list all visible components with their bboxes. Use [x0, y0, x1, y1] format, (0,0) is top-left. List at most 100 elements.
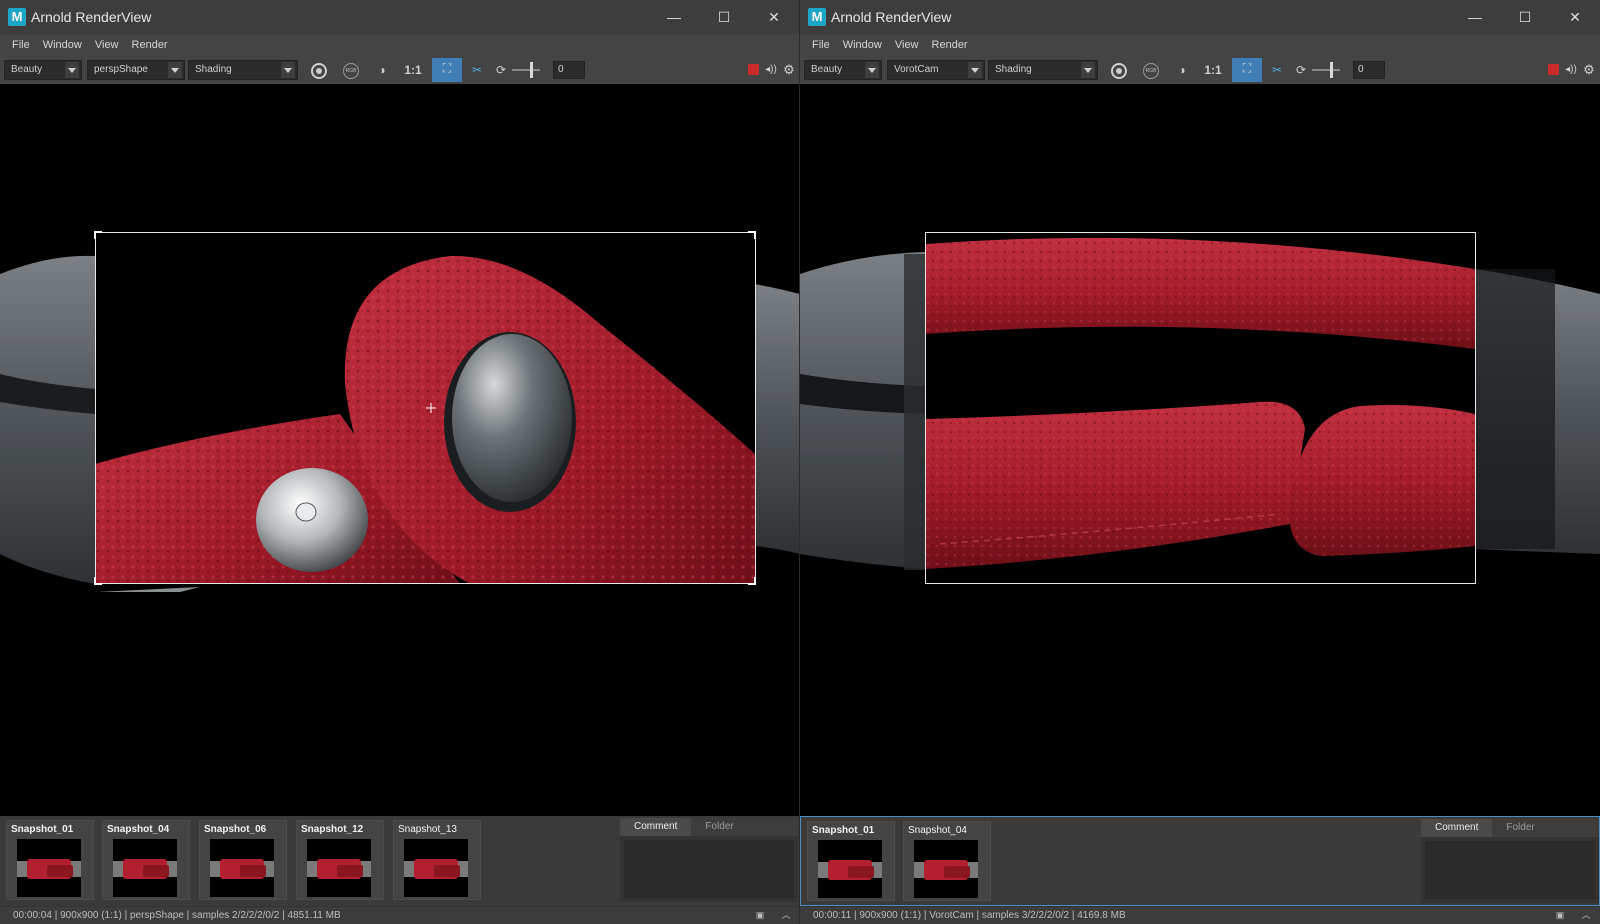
aov-value: Beauty	[11, 64, 43, 75]
refresh-button[interactable]: ⟳	[490, 60, 512, 80]
title-bar[interactable]: M Arnold RenderView — ☐ ✕	[800, 0, 1600, 34]
render-image	[0, 231, 799, 592]
status-bar: 00:00:11 | 900x900 (1:1) | VorotCam | sa…	[800, 906, 1600, 924]
target-icon	[1111, 62, 1127, 79]
stop-render-button[interactable]	[748, 64, 759, 75]
scissors-icon: ✂	[471, 63, 483, 77]
close-icon[interactable]: ✕	[749, 0, 799, 34]
crop-region-button[interactable]: ⛶	[432, 58, 462, 82]
camera-snapshot-icon[interactable]: ▣	[752, 909, 768, 922]
minimize-icon[interactable]: —	[1450, 0, 1500, 34]
scissors-icon: ✂	[1271, 63, 1283, 77]
menu-view[interactable]: View	[95, 39, 119, 51]
snapshot-thumbnail	[404, 839, 468, 897]
menu-view[interactable]: View	[895, 39, 919, 51]
menu-file[interactable]: File	[12, 39, 30, 51]
snapshot-item[interactable]: Snapshot_01	[807, 821, 895, 901]
camera-dropdown[interactable]: perspShape	[87, 60, 185, 80]
shading-dropdown[interactable]: Shading	[188, 60, 298, 80]
snapshot-item[interactable]: Snapshot_01	[6, 820, 94, 900]
ratio-button[interactable]: 1:1	[400, 60, 426, 80]
crop-region-button[interactable]: ⛶	[1232, 58, 1262, 82]
gear-icon[interactable]: ⚙	[1580, 60, 1598, 80]
toolbar: Beauty VorotCam Shading RGB ◑ 1:1 ⛶ ✂ ⟳ …	[800, 56, 1600, 84]
rgb-icon: RGB	[1143, 62, 1159, 79]
snapshot-item[interactable]: Snapshot_04	[903, 821, 991, 901]
snap-button-cap	[452, 334, 572, 502]
render-region-toggle-button[interactable]	[308, 60, 330, 80]
target-icon	[311, 62, 327, 79]
snapshot-thumbnail	[210, 839, 274, 897]
exposure-slider-knob[interactable]	[530, 62, 533, 78]
comment-textarea[interactable]	[624, 840, 794, 898]
menu-window[interactable]: Window	[843, 39, 882, 51]
camera-snapshot-icon[interactable]: ▣	[1552, 909, 1568, 922]
snapshot-label: Snapshot_06	[204, 824, 267, 835]
menu-file[interactable]: File	[812, 39, 830, 51]
crop-icon: ⛶	[1242, 61, 1252, 75]
comment-panel: Comment Folder	[620, 818, 798, 902]
sound-icon[interactable]: ◂))	[762, 60, 780, 80]
render-viewport[interactable]	[800, 84, 1600, 816]
aov-dropdown[interactable]: Beauty	[804, 60, 882, 80]
rgb-channels-button[interactable]: RGB	[1140, 60, 1162, 80]
isolate-button[interactable]: ✂	[466, 60, 488, 80]
menu-render[interactable]: Render	[932, 39, 968, 51]
rgb-channels-button[interactable]: RGB	[340, 60, 362, 80]
tab-comment[interactable]: Comment	[620, 818, 692, 836]
maximize-icon[interactable]: ☐	[699, 0, 749, 34]
snapshot-item[interactable]: Snapshot_04	[102, 820, 190, 900]
snap-stud	[256, 468, 368, 572]
render-region-toggle-button[interactable]	[1108, 60, 1130, 80]
tab-folder[interactable]: Folder	[691, 818, 747, 836]
snapshot-item[interactable]: Snapshot_12	[296, 820, 384, 900]
snapshot-item[interactable]: Snapshot_06	[199, 820, 287, 900]
refresh-button[interactable]: ⟳	[1290, 60, 1312, 80]
half-circle-icon: ◑	[1178, 63, 1186, 77]
status-bar: 00:00:04 | 900x900 (1:1) | perspShape | …	[0, 906, 799, 924]
chevron-down-icon	[1081, 62, 1095, 78]
menu-window[interactable]: Window	[43, 39, 82, 51]
lut-button[interactable]: ◑	[371, 60, 393, 80]
lut-button[interactable]: ◑	[1171, 60, 1193, 80]
renderview-window-left: M Arnold RenderView — ☐ ✕ File Window Vi…	[0, 0, 800, 924]
isolate-button[interactable]: ✂	[1266, 60, 1288, 80]
tab-folder[interactable]: Folder	[1492, 819, 1548, 837]
chevron-up-icon[interactable]: ︿	[778, 909, 794, 922]
title-bar[interactable]: M Arnold RenderView — ☐ ✕	[0, 0, 799, 34]
aov-dropdown[interactable]: Beauty	[4, 60, 82, 80]
stop-render-button[interactable]	[1548, 64, 1559, 75]
snapshot-label: Snapshot_01	[812, 825, 875, 836]
minimize-icon[interactable]: —	[649, 0, 699, 34]
exposure-slider[interactable]	[1312, 69, 1340, 71]
status-text: 00:00:04 | 900x900 (1:1) | perspShape | …	[13, 910, 341, 921]
snapshot-thumbnail	[17, 839, 81, 897]
ratio-button[interactable]: 1:1	[1200, 60, 1226, 80]
sound-icon[interactable]: ◂))	[1562, 60, 1580, 80]
camera-value: VorotCam	[894, 64, 939, 75]
close-icon[interactable]: ✕	[1550, 0, 1600, 34]
exposure-field[interactable]: 0	[553, 61, 585, 79]
maximize-icon[interactable]: ☐	[1500, 0, 1550, 34]
exposure-field[interactable]: 0	[1353, 61, 1385, 79]
half-circle-icon: ◑	[378, 63, 386, 77]
menu-render[interactable]: Render	[132, 39, 168, 51]
chevron-up-icon[interactable]: ︿	[1578, 909, 1594, 922]
snapshot-item[interactable]: Snapshot_13	[393, 820, 481, 900]
window-title: Arnold RenderView	[31, 9, 152, 25]
comment-panel: Comment Folder	[1421, 819, 1599, 903]
comment-textarea[interactable]	[1425, 841, 1595, 899]
snapshot-label: Snapshot_01	[11, 824, 74, 835]
exposure-slider-knob[interactable]	[1330, 62, 1333, 78]
shading-dropdown[interactable]: Shading	[988, 60, 1098, 80]
menu-bar: File Window View Render	[0, 34, 799, 56]
render-viewport[interactable]	[0, 84, 799, 816]
gear-icon[interactable]: ⚙	[780, 60, 798, 80]
exposure-slider[interactable]	[512, 69, 540, 71]
maya-logo-icon: M	[808, 8, 826, 26]
tab-comment[interactable]: Comment	[1421, 819, 1493, 837]
snapshot-label: Snapshot_12	[301, 824, 364, 835]
toolbar: Beauty perspShape Shading RGB ◑ 1:1 ⛶ ✂ …	[0, 56, 799, 84]
camera-dropdown[interactable]: VorotCam	[887, 60, 985, 80]
snapshot-thumbnail	[818, 840, 882, 898]
